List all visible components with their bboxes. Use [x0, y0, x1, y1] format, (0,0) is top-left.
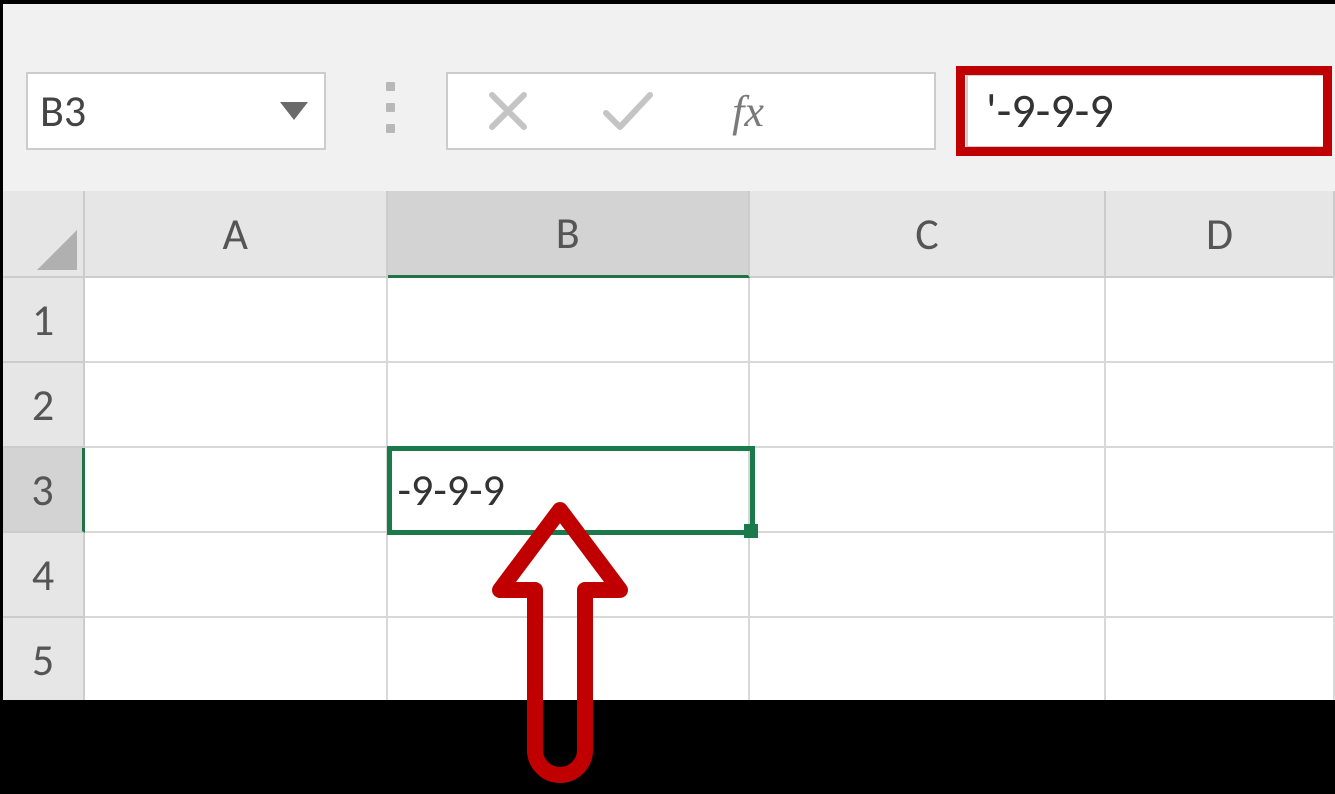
cell-A4[interactable]: [85, 533, 388, 618]
cell-A1[interactable]: [85, 278, 388, 363]
formula-bar[interactable]: '-9-9-9: [956, 66, 1332, 156]
bottom-black-band: [3, 700, 1335, 794]
spreadsheet-grid: A B C D 1 2 3 4 5 -9-9-9: [3, 191, 1335, 701]
formula-bar-area: B3 fx '-9-9-9: [3, 4, 1335, 191]
cell-D5[interactable]: [1106, 618, 1335, 703]
insert-function-button[interactable]: fx: [688, 74, 808, 148]
grid-row: [85, 278, 1335, 363]
cell-C4[interactable]: [750, 533, 1106, 618]
cell-C3[interactable]: [750, 448, 1106, 533]
column-headers: A B C D: [85, 191, 1335, 278]
fx-icon: fx: [732, 86, 764, 137]
name-box[interactable]: B3: [26, 72, 326, 150]
cell-D2[interactable]: [1106, 363, 1335, 448]
cell-A2[interactable]: [85, 363, 388, 448]
select-all-corner[interactable]: [3, 191, 85, 278]
grid-row: -9-9-9: [85, 448, 1335, 533]
cell-D3[interactable]: [1106, 448, 1335, 533]
row-header-2[interactable]: 2: [3, 363, 85, 448]
cancel-x-icon[interactable]: [448, 74, 568, 148]
formula-controls: fx: [446, 72, 936, 150]
cell-B1[interactable]: [388, 278, 750, 363]
cell-B5[interactable]: [388, 618, 750, 703]
column-header-B[interactable]: B: [388, 191, 750, 278]
cell-A3[interactable]: [85, 448, 388, 533]
column-header-D[interactable]: D: [1106, 191, 1335, 276]
cell-C1[interactable]: [750, 278, 1106, 363]
column-header-C[interactable]: C: [750, 191, 1106, 276]
row-header-1[interactable]: 1: [3, 278, 85, 363]
cells-area: -9-9-9: [85, 278, 1335, 703]
row-headers: 1 2 3 4 5: [3, 278, 85, 703]
grid-row: [85, 363, 1335, 448]
row-header-3[interactable]: 3: [3, 448, 85, 533]
formula-bar-value: '-9-9-9: [986, 81, 1114, 140]
grid-row: [85, 533, 1335, 618]
row-header-4[interactable]: 4: [3, 533, 85, 618]
splitter-handle-icon[interactable]: [386, 82, 395, 133]
column-header-A[interactable]: A: [85, 191, 388, 276]
cell-C5[interactable]: [750, 618, 1106, 703]
cell-A5[interactable]: [85, 618, 388, 703]
cell-D4[interactable]: [1106, 533, 1335, 618]
cell-D1[interactable]: [1106, 278, 1335, 363]
cell-B2[interactable]: [388, 363, 750, 448]
dropdown-arrow-icon[interactable]: [280, 102, 308, 120]
grid-row: [85, 618, 1335, 703]
cell-B4[interactable]: [388, 533, 750, 618]
name-box-value: B3: [40, 84, 280, 138]
confirm-check-icon[interactable]: [568, 74, 688, 148]
row-header-5[interactable]: 5: [3, 618, 85, 703]
cell-C2[interactable]: [750, 363, 1106, 448]
cell-B3[interactable]: -9-9-9: [388, 448, 750, 533]
